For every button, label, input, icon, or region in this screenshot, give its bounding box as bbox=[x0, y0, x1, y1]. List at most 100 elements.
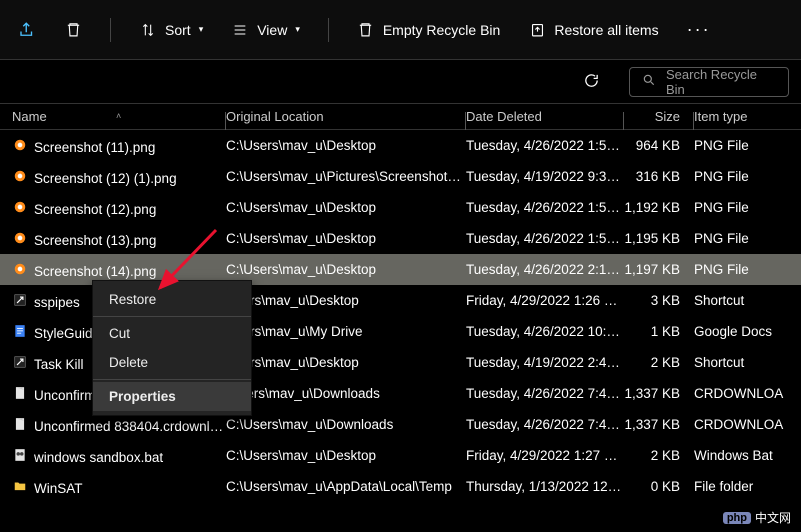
file-size: 3 KB bbox=[624, 293, 694, 308]
file-size: 1 KB bbox=[624, 324, 694, 339]
php-badge: php bbox=[723, 512, 751, 524]
file-icon bbox=[12, 478, 28, 494]
header-date-deleted[interactable]: Date Deleted bbox=[466, 109, 624, 124]
header-size[interactable]: Size bbox=[624, 109, 694, 124]
file-icon bbox=[12, 168, 28, 184]
nav-row: Search Recycle Bin bbox=[0, 60, 801, 104]
header-item-type[interactable]: Item type bbox=[694, 109, 784, 124]
ctx-delete[interactable]: Delete bbox=[93, 348, 251, 377]
file-name: WinSAT bbox=[34, 481, 83, 496]
ctx-separator bbox=[93, 316, 251, 317]
ctx-properties[interactable]: Properties bbox=[93, 382, 251, 411]
share-icon bbox=[18, 21, 36, 39]
original-location: C:\Users\mav_u\Pictures\Screenshots\C... bbox=[226, 169, 466, 184]
table-row[interactable]: windows sandbox.bat C:\Users\mav_u\Deskto… bbox=[0, 440, 801, 471]
sort-label: Sort bbox=[165, 22, 191, 38]
file-name: windows sandbox.bat bbox=[34, 450, 163, 465]
delete-button[interactable] bbox=[64, 21, 82, 39]
view-button[interactable]: View ▾ bbox=[231, 21, 300, 39]
restore-all-button[interactable]: Restore all items bbox=[528, 21, 658, 39]
file-icon bbox=[12, 230, 28, 246]
file-name: Screenshot (13).png bbox=[34, 233, 156, 248]
file-size: 2 KB bbox=[624, 448, 694, 463]
trash-icon bbox=[64, 21, 82, 39]
search-input[interactable]: Search Recycle Bin bbox=[629, 67, 789, 97]
original-location: C:\Users\mav_u\Desktop bbox=[226, 262, 466, 277]
header-name[interactable]: Name ˄ bbox=[6, 109, 226, 124]
item-type: CRDOWNLOA bbox=[694, 386, 784, 401]
table-row[interactable]: Screenshot (12).png C:\Users\mav_u\Deskto… bbox=[0, 192, 801, 223]
date-deleted: Tuesday, 4/19/2022 9:30 A... bbox=[466, 169, 624, 184]
file-icon bbox=[12, 292, 28, 308]
empty-recycle-bin-button[interactable]: Empty Recycle Bin bbox=[357, 21, 500, 39]
restore-icon bbox=[528, 21, 546, 39]
file-icon bbox=[12, 416, 28, 432]
sort-indicator-icon: ˄ bbox=[116, 111, 121, 121]
date-deleted: Tuesday, 4/26/2022 10:17 AM bbox=[466, 324, 624, 339]
date-deleted: Tuesday, 4/26/2022 7:46 PM bbox=[466, 386, 624, 401]
watermark-text: 中文网 bbox=[755, 509, 791, 526]
date-deleted: Friday, 4/29/2022 1:26 PM bbox=[466, 293, 624, 308]
restore-all-label: Restore all items bbox=[554, 22, 658, 38]
date-deleted: Tuesday, 4/26/2022 1:50 PM bbox=[466, 138, 624, 153]
ctx-cut[interactable]: Cut bbox=[93, 319, 251, 348]
original-location: Users\mav_u\Desktop bbox=[226, 293, 466, 308]
file-icon bbox=[12, 137, 28, 153]
file-size: 2 KB bbox=[624, 355, 694, 370]
file-icon bbox=[12, 385, 28, 401]
file-name: Unconfirmed 838404.crdownload bbox=[34, 419, 226, 434]
table-row[interactable]: WinSATC:\Users\mav_u\AppData\Local\TempT… bbox=[0, 471, 801, 502]
view-icon bbox=[231, 21, 249, 39]
search-icon bbox=[642, 73, 656, 90]
header-original-location[interactable]: Original Location bbox=[226, 109, 466, 124]
date-deleted: Tuesday, 4/26/2022 1:51 PM bbox=[466, 200, 624, 215]
original-location: C:\Users\mav_u\Desktop bbox=[226, 200, 466, 215]
more-button[interactable]: ··· bbox=[687, 19, 711, 40]
item-type: Windows Bat bbox=[694, 448, 784, 463]
item-type: Google Docs bbox=[694, 324, 784, 339]
date-deleted: Tuesday, 4/19/2022 2:48 PM bbox=[466, 355, 624, 370]
chevron-down-icon: ▾ bbox=[199, 24, 204, 35]
column-headers: Name ˄ Original Location Date Deleted Si… bbox=[0, 104, 801, 130]
table-row[interactable]: Screenshot (11).png C:\Users\mav_u\Deskto… bbox=[0, 130, 801, 161]
file-name: Task Kill bbox=[34, 357, 84, 372]
view-label: View bbox=[257, 22, 287, 38]
item-type: PNG File bbox=[694, 262, 784, 277]
item-type: PNG File bbox=[694, 200, 784, 215]
file-icon bbox=[12, 199, 28, 215]
trash-icon bbox=[357, 21, 375, 39]
original-location: C:\Users\mav_u\Desktop bbox=[226, 138, 466, 153]
refresh-icon bbox=[583, 72, 600, 92]
ellipsis-icon: ··· bbox=[687, 19, 711, 40]
item-type: PNG File bbox=[694, 138, 784, 153]
file-name: Screenshot (14).png bbox=[34, 264, 156, 279]
file-size: 1,197 KB bbox=[624, 262, 694, 277]
file-size: 1,192 KB bbox=[624, 200, 694, 215]
date-deleted: Tuesday, 4/26/2022 1:54 PM bbox=[466, 231, 624, 246]
file-size: 1,337 KB bbox=[624, 386, 694, 401]
refresh-button[interactable] bbox=[573, 68, 609, 96]
file-name: Screenshot (12).png bbox=[34, 202, 156, 217]
original-location: C:\Users\mav_u\Desktop bbox=[226, 448, 466, 463]
file-name: Screenshot (11).png bbox=[34, 140, 155, 155]
toolbar: Sort ▾ View ▾ Empty Recycle Bin Restore … bbox=[0, 0, 801, 60]
original-location: C:\Users\mav_u\Downloads bbox=[226, 417, 466, 432]
table-row[interactable]: Screenshot (13).png C:\Users\mav_u\Deskto… bbox=[0, 223, 801, 254]
date-deleted: Tuesday, 4/26/2022 2:17 PM bbox=[466, 262, 624, 277]
file-icon bbox=[12, 354, 28, 370]
sort-button[interactable]: Sort ▾ bbox=[139, 21, 203, 39]
share-button[interactable] bbox=[18, 21, 36, 39]
date-deleted: Friday, 4/29/2022 1:27 PM bbox=[466, 448, 624, 463]
original-location: C:\Users\mav_u\Desktop bbox=[226, 231, 466, 246]
file-icon bbox=[12, 261, 28, 277]
original-location: Users\mav_u\My Drive bbox=[226, 324, 466, 339]
ctx-restore[interactable]: Restore bbox=[93, 285, 251, 314]
ctx-separator bbox=[93, 379, 251, 380]
original-location: Users\mav_u\Desktop bbox=[226, 355, 466, 370]
context-menu: Restore Cut Delete Properties bbox=[92, 280, 252, 416]
file-size: 964 KB bbox=[624, 138, 694, 153]
date-deleted: Thursday, 1/13/2022 12:28... bbox=[466, 479, 624, 494]
file-size: 1,195 KB bbox=[624, 231, 694, 246]
table-row[interactable]: Screenshot (12) (1).pngC:\Users\mav_u\Pi… bbox=[0, 161, 801, 192]
empty-label: Empty Recycle Bin bbox=[383, 22, 500, 38]
